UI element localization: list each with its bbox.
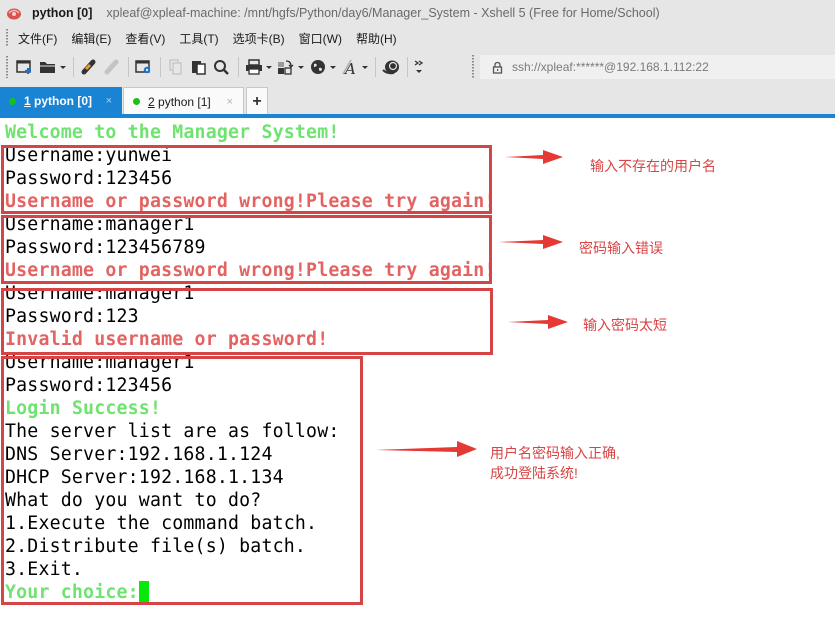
more-chevrons-icon: [414, 60, 424, 73]
connected-status-dot: [9, 97, 16, 105]
transfer-icon: [278, 60, 294, 75]
window-subtitle: xpleaf@xpleaf-machine: /mnt/hgfs/Python/…: [106, 6, 660, 20]
annotation-nonexistent-user: 输入不存在的用户名: [590, 158, 716, 174]
toolbar-separator: [160, 57, 161, 77]
menu-help[interactable]: 帮助(H): [356, 30, 397, 47]
annotation-short-password: 输入密码太短: [583, 317, 667, 333]
address-bar[interactable]: ssh://xpleaf:******@192.168.1.112:22: [472, 55, 835, 79]
tab-python-1[interactable]: 2 python [1] ×: [123, 87, 244, 115]
session-properties-icon: [135, 60, 151, 74]
title-bar: python [0] xpleaf@xpleaf-machine: /mnt/h…: [0, 0, 835, 26]
paste-icon: [192, 61, 206, 75]
open-session-button[interactable]: [39, 56, 66, 78]
search-icon: [214, 60, 229, 75]
new-session-icon: [16, 60, 31, 74]
menu-window[interactable]: 窗口(W): [299, 30, 342, 47]
transfer-button[interactable]: [277, 56, 304, 78]
disconnect-icon: [104, 59, 119, 75]
print-button[interactable]: [245, 56, 272, 78]
find-button[interactable]: [213, 56, 231, 78]
menu-file[interactable]: 文件(F): [18, 30, 57, 47]
terminal-line: Welcome to the Manager System!: [5, 122, 340, 143]
arrow-icon: [505, 150, 563, 164]
new-session-button[interactable]: [16, 56, 34, 78]
xftp-shell-icon: [382, 60, 399, 75]
globe-button[interactable]: [309, 56, 336, 78]
font-button[interactable]: A: [341, 56, 368, 78]
menu-tab[interactable]: 选项卡(B): [233, 30, 285, 47]
address-grip[interactable]: [472, 55, 474, 79]
menu-tools[interactable]: 工具(T): [179, 30, 218, 47]
chevron-down-icon[interactable]: [330, 65, 336, 69]
toolbar-overflow-button[interactable]: [414, 56, 424, 78]
arrow-icon: [375, 441, 477, 457]
session-properties-button[interactable]: [135, 56, 153, 78]
annotation-box-nonexistent-user: [1, 145, 492, 214]
toolbar-grip[interactable]: [6, 56, 8, 78]
lock-icon: [492, 61, 503, 74]
svg-text:A: A: [343, 60, 356, 75]
chevron-down-icon[interactable]: [60, 65, 66, 69]
chevron-down-icon[interactable]: [298, 65, 304, 69]
tab-label: 1 python [0]: [24, 94, 93, 108]
close-icon[interactable]: ×: [227, 96, 233, 108]
toolbar-separator: [375, 57, 376, 77]
close-icon[interactable]: ×: [106, 95, 112, 107]
connect-icon: [81, 59, 96, 75]
tab-python-0[interactable]: 1 python [0] ×: [0, 87, 122, 115]
copy-icon: [169, 59, 182, 75]
toolbar-separator: [73, 57, 74, 77]
open-folder-icon: [40, 62, 55, 73]
menu-grip[interactable]: [6, 29, 8, 47]
connect-button[interactable]: [80, 56, 98, 78]
arrow-icon: [499, 235, 563, 249]
annotation-login-success-line2: 成功登陆系统!: [490, 465, 578, 481]
toolbar-separator: [128, 57, 129, 77]
tab-bar: 1 python [0] × 2 python [1] × +: [0, 84, 835, 116]
tab-label: 2 python [1]: [148, 94, 211, 109]
annotation-login-success-line1: 用户名密码输入正确,: [490, 445, 620, 461]
connected-status-dot: [133, 98, 140, 105]
arrow-icon: [508, 315, 568, 329]
toolbar-separator: [238, 57, 239, 77]
chevron-down-icon[interactable]: [362, 65, 368, 69]
menu-edit[interactable]: 编辑(E): [71, 30, 111, 47]
annotation-box-wrong-password: [1, 215, 492, 284]
menu-view[interactable]: 查看(V): [125, 30, 165, 47]
new-tab-button[interactable]: +: [246, 87, 268, 115]
xshell-app-icon[interactable]: [6, 6, 22, 20]
font-icon: A: [342, 59, 356, 75]
toolbar-separator: [407, 57, 408, 77]
paste-button[interactable]: [190, 56, 208, 78]
window-title: python [0]: [32, 6, 93, 20]
annotation-wrong-password: 密码输入错误: [579, 240, 663, 256]
address-text[interactable]: ssh://xpleaf:******@192.168.1.112:22: [512, 60, 709, 74]
globe-icon: [311, 60, 325, 74]
toolbar: A ssh://xpleaf:******@192.168.1.112:22: [0, 50, 835, 84]
print-icon: [246, 59, 262, 75]
annotation-box-login-success: [1, 356, 363, 605]
annotation-box-short-password: [1, 288, 493, 355]
chevron-down-icon[interactable]: [266, 65, 272, 69]
disconnect-button[interactable]: [103, 56, 121, 78]
menu-bar: 文件(F) 编辑(E) 查看(V) 工具(T) 选项卡(B) 窗口(W) 帮助(…: [0, 26, 835, 50]
xftp-button[interactable]: [382, 56, 400, 78]
copy-button[interactable]: [167, 56, 185, 78]
